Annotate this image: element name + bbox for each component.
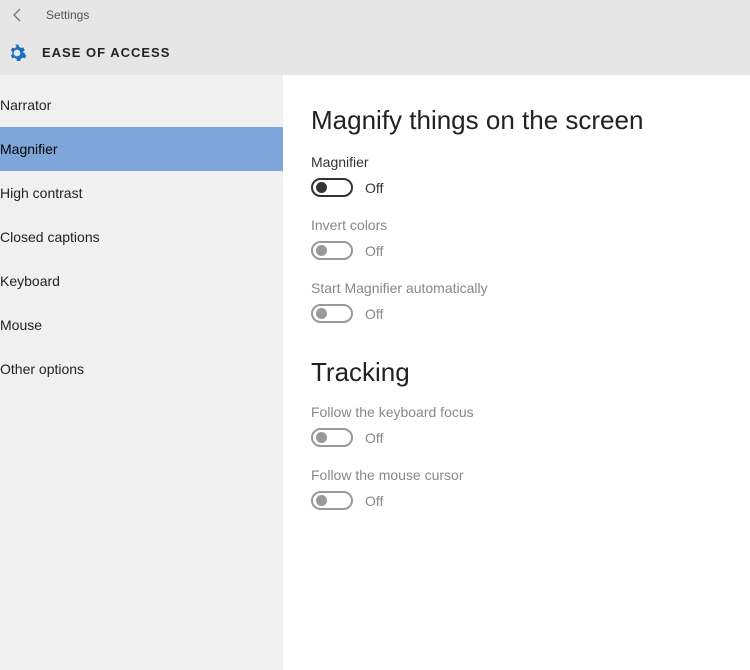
- back-button[interactable]: [8, 5, 28, 25]
- gear-icon: [6, 42, 28, 64]
- setting-follow-mouse: Follow the mouse cursor Off: [311, 467, 722, 510]
- sidebar-item-label: Magnifier: [0, 141, 58, 157]
- magnifier-state: Off: [365, 180, 383, 196]
- start-auto-toggle: [311, 304, 353, 323]
- sidebar-item-magnifier[interactable]: Magnifier: [0, 127, 283, 171]
- heading-magnify: Magnify things on the screen: [311, 105, 722, 136]
- sidebar-item-other-options[interactable]: Other options: [0, 347, 283, 391]
- start-auto-state: Off: [365, 306, 383, 322]
- sidebar-item-label: Other options: [0, 361, 84, 377]
- app-title: Settings: [46, 8, 89, 22]
- section-title: EASE OF ACCESS: [42, 45, 170, 60]
- arrow-left-icon: [10, 7, 26, 23]
- toggle-knob: [316, 432, 327, 443]
- invert-colors-state: Off: [365, 243, 383, 259]
- sidebar-item-narrator[interactable]: Narrator: [0, 83, 283, 127]
- sidebar-item-keyboard[interactable]: Keyboard: [0, 259, 283, 303]
- toggle-knob: [316, 495, 327, 506]
- follow-keyboard-toggle: [311, 428, 353, 447]
- sidebar-item-label: Narrator: [0, 97, 51, 113]
- follow-mouse-state: Off: [365, 493, 383, 509]
- follow-mouse-label: Follow the mouse cursor: [311, 467, 722, 483]
- sidebar: Narrator Magnifier High contrast Closed …: [0, 75, 283, 670]
- titlebar: Settings: [0, 0, 750, 30]
- sidebar-item-mouse[interactable]: Mouse: [0, 303, 283, 347]
- invert-colors-toggle: [311, 241, 353, 260]
- content: Magnify things on the screen Magnifier O…: [283, 75, 750, 670]
- toggle-knob: [316, 245, 327, 256]
- sidebar-item-label: Mouse: [0, 317, 42, 333]
- sidebar-item-label: High contrast: [0, 185, 82, 201]
- sidebar-item-closed-captions[interactable]: Closed captions: [0, 215, 283, 259]
- header: EASE OF ACCESS: [0, 30, 750, 75]
- setting-magnifier: Magnifier Off: [311, 154, 722, 197]
- sidebar-item-label: Closed captions: [0, 229, 100, 245]
- start-auto-label: Start Magnifier automatically: [311, 280, 722, 296]
- follow-keyboard-label: Follow the keyboard focus: [311, 404, 722, 420]
- sidebar-item-label: Keyboard: [0, 273, 60, 289]
- heading-tracking: Tracking: [311, 357, 722, 388]
- setting-follow-keyboard: Follow the keyboard focus Off: [311, 404, 722, 447]
- follow-keyboard-state: Off: [365, 430, 383, 446]
- setting-start-auto: Start Magnifier automatically Off: [311, 280, 722, 323]
- invert-colors-label: Invert colors: [311, 217, 722, 233]
- body: Narrator Magnifier High contrast Closed …: [0, 75, 750, 670]
- magnifier-label: Magnifier: [311, 154, 722, 170]
- follow-mouse-toggle: [311, 491, 353, 510]
- magnifier-toggle[interactable]: [311, 178, 353, 197]
- toggle-knob: [316, 182, 327, 193]
- sidebar-item-high-contrast[interactable]: High contrast: [0, 171, 283, 215]
- setting-invert-colors: Invert colors Off: [311, 217, 722, 260]
- toggle-knob: [316, 308, 327, 319]
